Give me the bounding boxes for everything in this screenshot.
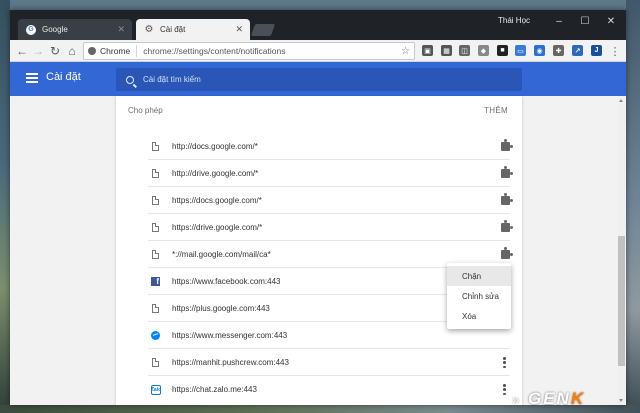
tab-label: Cài đặt (160, 25, 186, 34)
site-url: *://mail.google.com/mail/ca* (172, 249, 271, 259)
extension-icon-3[interactable]: ◫ (459, 45, 470, 56)
more-actions-icon[interactable] (503, 384, 506, 395)
browser-toolbar: ← → ↻ ⌂ Chrome chrome://settings/content… (10, 40, 626, 62)
puzzle-icon (501, 247, 513, 259)
file-icon (152, 141, 159, 151)
site-context-menu: Chặn Chỉnh sửa Xóa (447, 263, 511, 329)
extension-icon-4[interactable]: ◆ (478, 45, 489, 56)
extension-icon-10[interactable]: J (591, 45, 602, 56)
add-button[interactable]: THÊM (484, 106, 508, 115)
site-url: http://docs.google.com/* (172, 141, 258, 151)
minimize-button[interactable]: – (547, 14, 571, 28)
site-url: https://plus.google.com:443 (172, 303, 270, 313)
forward-arrow-icon[interactable]: → (30, 43, 46, 59)
page-scrollbar[interactable] (617, 96, 626, 405)
puzzle-icon (501, 166, 513, 178)
site-row[interactable]: https://docs.google.com/* (148, 187, 513, 214)
chrome-logo-icon (88, 47, 96, 55)
puzzle-extension-icon[interactable]: ✚ (553, 45, 564, 56)
menu-item-remove[interactable]: Xóa (447, 306, 511, 326)
gear-icon: ⚙ (144, 24, 154, 35)
maximize-button[interactable]: ☐ (573, 14, 597, 28)
site-row[interactable]: https://manhit.pushcrew.com:443 (148, 349, 510, 376)
site-url: https://www.facebook.com:443 (172, 276, 281, 286)
site-row[interactable]: http://drive.google.com/* (148, 160, 513, 187)
genk-watermark: GENK (528, 389, 586, 408)
file-icon (152, 222, 159, 232)
menu-item-edit[interactable]: Chỉnh sửa (447, 286, 511, 306)
tab-close-icon[interactable]: ✕ (117, 24, 125, 35)
settings-content: Cho phép THÊM http://docs.google.com/* h… (10, 96, 626, 405)
kebab-menu-icon[interactable]: ⋮ (607, 43, 623, 59)
puzzle-icon (501, 220, 513, 232)
page-title: Cài đặt (46, 71, 81, 83)
url-text: chrome://settings/content/notifications (143, 46, 286, 56)
new-tab-button[interactable] (250, 24, 276, 36)
back-arrow-icon[interactable]: ← (14, 43, 30, 59)
puzzle-icon (501, 139, 513, 151)
site-row[interactable]: https://drive.google.com/* (148, 214, 513, 241)
hamburger-menu-icon[interactable] (26, 73, 38, 83)
tab-close-icon[interactable]: ✕ (235, 24, 243, 35)
file-icon (152, 168, 159, 178)
site-url: https://chat.zalo.me:443 (172, 385, 257, 394)
site-url: https://www.messenger.com:443 (172, 330, 288, 340)
reload-icon[interactable]: ↻ (47, 43, 63, 59)
more-actions-icon[interactable] (503, 357, 506, 368)
extension-icon-6[interactable]: ▭ (515, 45, 526, 56)
extension-icon-9[interactable]: ↗ (572, 45, 583, 56)
scroll-up-arrow-icon[interactable] (619, 99, 623, 102)
site-url: https://drive.google.com/* (172, 222, 263, 232)
settings-search-input[interactable]: Cài đặt tìm kiếm (116, 68, 522, 91)
facebook-icon: f (151, 276, 160, 286)
messenger-icon (151, 330, 160, 340)
tab-settings[interactable]: ⚙ Cài đặt ✕ (136, 19, 250, 40)
address-bar[interactable]: Chrome chrome://settings/content/notific… (83, 42, 415, 60)
extension-icon-2[interactable]: ▦ (441, 45, 452, 56)
site-url: http://drive.google.com/* (172, 168, 259, 178)
puzzle-icon (501, 193, 513, 205)
extension-icon-1[interactable]: ▣ (422, 45, 433, 56)
watermark-arrows-icon: » (512, 392, 520, 407)
menu-item-block[interactable]: Chặn (447, 266, 511, 286)
notifications-card: Cho phép THÊM http://docs.google.com/* h… (116, 96, 522, 405)
search-placeholder: Cài đặt tìm kiếm (143, 75, 201, 84)
extension-icon-7[interactable]: ◉ (534, 45, 545, 56)
profile-name[interactable]: Thái Học (498, 16, 530, 25)
scrollbar-thumb[interactable] (618, 236, 625, 366)
scroll-down-arrow-icon[interactable] (619, 399, 623, 402)
browser-window: G Google ✕ ⚙ Cài đặt ✕ Thái Học – ☐ ✕ ← … (10, 10, 626, 405)
tab-google[interactable]: G Google ✕ (18, 19, 132, 40)
title-bar: G Google ✕ ⚙ Cài đặt ✕ Thái Học – ☐ ✕ (10, 10, 626, 40)
chrome-badge-label: Chrome (100, 46, 131, 56)
tab-label: Google (42, 25, 68, 34)
google-favicon-icon: G (26, 24, 36, 35)
extension-icon-5[interactable]: ■ (497, 45, 508, 56)
desktop-background-right (626, 0, 640, 413)
zalo-icon: Zalo (150, 384, 162, 395)
bookmark-star-icon[interactable]: ☆ (401, 46, 410, 57)
close-window-button[interactable]: ✕ (599, 14, 623, 28)
file-icon (152, 303, 159, 313)
file-icon (152, 249, 159, 259)
file-icon (152, 357, 159, 367)
search-icon (126, 75, 134, 84)
desktop-background-left (0, 0, 10, 413)
site-row[interactable]: Zalo https://chat.zalo.me:443 (148, 376, 510, 403)
home-icon[interactable]: ⌂ (64, 43, 80, 59)
settings-header: Cài đặt Cài đặt tìm kiếm (10, 62, 626, 96)
site-row[interactable]: http://docs.google.com/* (148, 133, 513, 160)
allow-section-label: Cho phép (128, 106, 163, 115)
site-url: https://docs.google.com/* (172, 195, 262, 205)
chrome-badge: Chrome (84, 45, 138, 57)
file-icon (152, 195, 159, 205)
site-url: https://manhit.pushcrew.com:443 (172, 357, 289, 367)
